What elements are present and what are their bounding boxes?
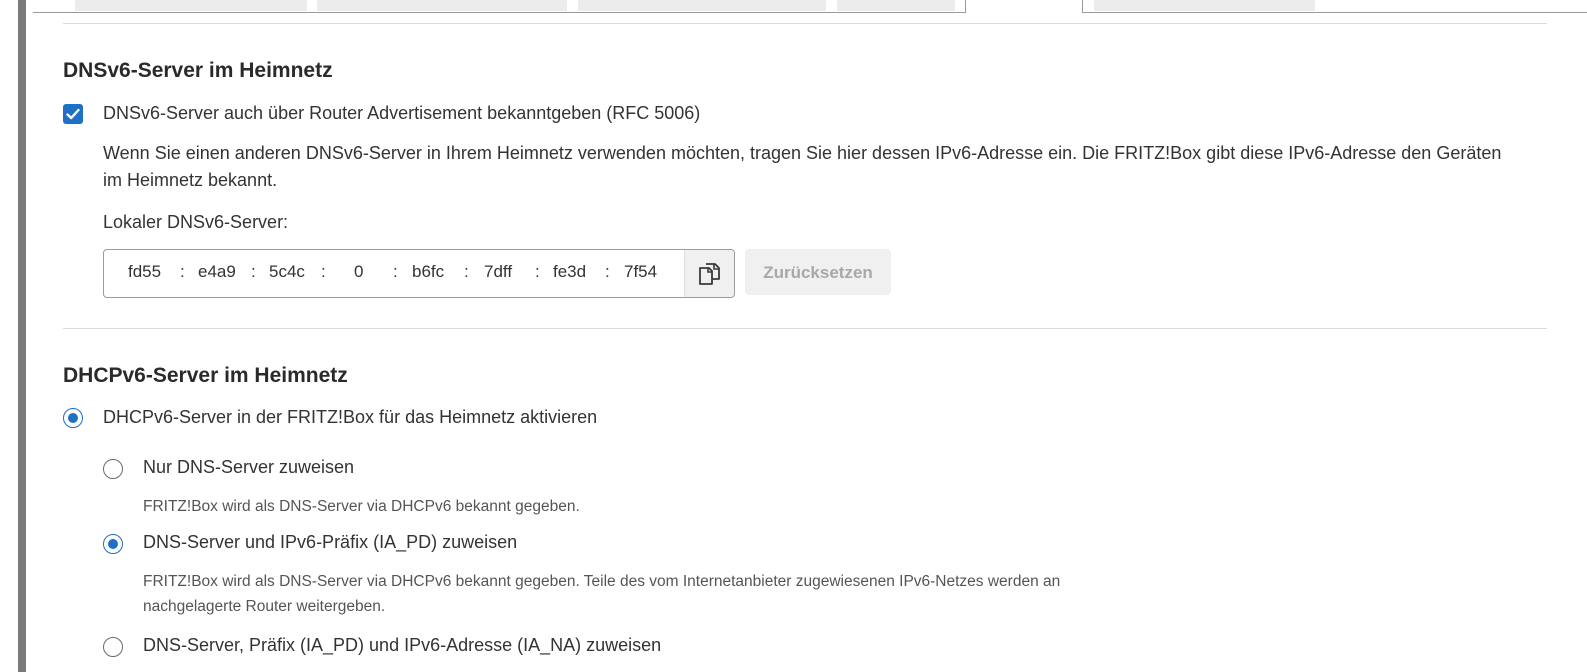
dnsv6-router-advertisement-label[interactable]: DNSv6-Server auch über Router Advertisem…: [103, 103, 700, 124]
local-dnsv6-server-label: Lokaler DNSv6-Server:: [103, 212, 289, 232]
ipv6-segment[interactable]: 7f54: [624, 262, 657, 282]
ipv6-separator: :: [251, 262, 256, 281]
dhcpv6-option-dns-only-hint: FRITZ!Box wird als DNS-Server via DHCPv6…: [143, 498, 580, 515]
copy-address-button[interactable]: [684, 250, 734, 297]
ipv6-segment[interactable]: e4a9: [198, 262, 236, 282]
settings-content: DNSv6-Server im Heimnetz DNSv6-Server au…: [33, 0, 1587, 672]
dhcpv6-enable-radio[interactable]: [63, 408, 83, 428]
left-rail: [0, 0, 20, 672]
ipv6-segment[interactable]: fd55: [128, 262, 161, 282]
scroll-rail[interactable]: [18, 0, 26, 672]
reset-button[interactable]: Zurücksetzen: [745, 249, 891, 295]
dhcpv6-option-dns-prefix-label[interactable]: DNS-Server und IPv6-Präfix (IA_PD) zuwei…: [143, 532, 517, 553]
divider-middle: [63, 328, 1547, 329]
tab-4[interactable]: [837, 0, 955, 11]
dhcpv6-option-dns-only-radio[interactable]: [103, 459, 123, 479]
tab-1[interactable]: [75, 0, 307, 11]
tab-active[interactable]: [965, 0, 1083, 13]
tab-3[interactable]: [578, 0, 826, 11]
ipv6-separator: :: [180, 262, 185, 281]
dhcpv6-section-title: DHCPv6-Server im Heimnetz: [63, 364, 348, 387]
checkmark-icon: [66, 108, 80, 120]
dnsv6-section-title: DNSv6-Server im Heimnetz: [63, 59, 333, 82]
dhcpv6-option-dns-prefix-radio[interactable]: [103, 534, 123, 554]
ipv6-segment[interactable]: fe3d: [553, 262, 586, 282]
dhcpv6-option-dns-prefix-address-label[interactable]: DNS-Server, Präfix (IA_PD) und IPv6-Adre…: [143, 635, 661, 656]
ipv6-segment[interactable]: b6fc: [412, 262, 444, 282]
dnsv6-router-advertisement-checkbox[interactable]: [63, 104, 83, 124]
ipv6-separator: :: [321, 262, 326, 281]
ipv6-separator: :: [605, 262, 610, 281]
local-dnsv6-server-input[interactable]: fd55 : e4a9 : 5c4c : 0 : b6fc : 7dff : f…: [103, 249, 735, 298]
ipv6-segment[interactable]: 0: [354, 262, 363, 282]
dhcpv6-option-dns-prefix-hint: FRITZ!Box wird als DNS-Server via DHCPv6…: [143, 573, 1061, 615]
ipv6-separator: :: [393, 262, 398, 281]
dnsv6-description: Wenn Sie einen anderen DNSv6-Server in I…: [103, 143, 1502, 190]
copy-icon: [699, 263, 720, 285]
tab-6[interactable]: [1094, 0, 1315, 11]
dhcpv6-option-dns-prefix-address-radio[interactable]: [103, 637, 123, 657]
ipv6-separator: :: [535, 262, 540, 281]
ipv6-segment[interactable]: 5c4c: [269, 262, 305, 282]
divider-top: [63, 23, 1547, 24]
tab-2[interactable]: [317, 0, 567, 11]
tab-strip: [33, 0, 1587, 13]
ipv6-separator: :: [464, 262, 469, 281]
dhcpv6-option-dns-only-label[interactable]: Nur DNS-Server zuweisen: [143, 457, 354, 478]
dhcpv6-enable-label[interactable]: DHCPv6-Server in der FRITZ!Box für das H…: [103, 407, 597, 428]
ipv6-segment[interactable]: 7dff: [484, 262, 512, 282]
